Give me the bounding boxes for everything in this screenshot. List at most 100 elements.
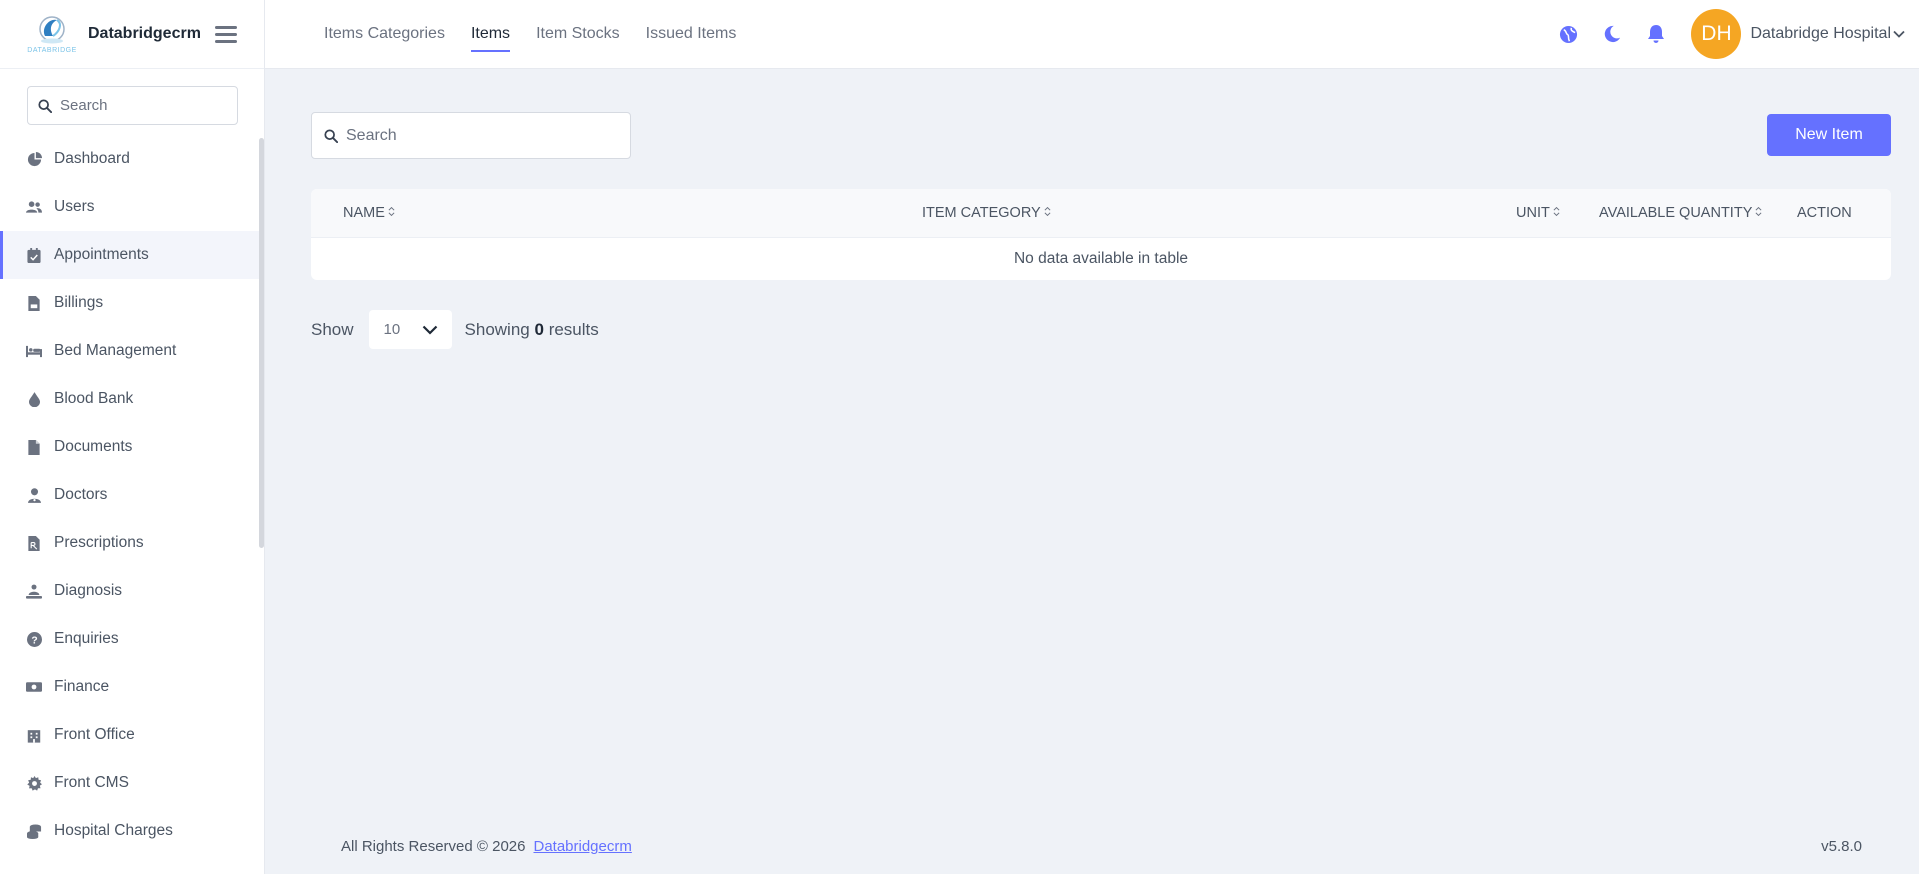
sidebar-scrollbar[interactable] [259,138,264,548]
file-prescription-icon [26,535,42,551]
droplet-icon [26,391,42,407]
money-bill-icon [26,679,42,695]
column-header-name[interactable]: NAME [311,189,922,237]
sidebar-item-label: Billings [54,294,104,311]
brand-name: Databridgecrm [88,25,201,42]
sidebar-item-label: Front Office [54,726,135,743]
footer-link[interactable]: Databridgecrm [533,838,631,855]
sidebar-item-enquiries[interactable]: ? Enquiries [0,615,264,663]
sidebar-item-users[interactable]: Users [0,183,264,231]
svg-text:?: ? [31,635,37,646]
menu-toggle-icon[interactable] [214,25,237,43]
file-invoice-icon [26,295,42,311]
items-table: NAME ITEM CATEGORY UNIT AVAILABLE QUANTI… [311,189,1891,280]
brand: DATABRIDGE Databridgecrm [0,0,264,69]
results-summary: Showing 0 results [464,319,599,339]
sidebar-item-label: Users [54,198,95,215]
column-header-unit[interactable]: UNIT [1516,189,1599,237]
sort-icon [388,205,395,221]
sidebar-item-label: Appointments [54,246,149,263]
page-size-value: 10 [383,321,401,338]
person-diagnosis-icon [26,583,42,599]
search-icon [38,98,52,113]
sort-icon [1553,205,1560,221]
new-item-button[interactable]: New Item [1767,114,1891,156]
sidebar-item-documents[interactable]: Documents [0,423,264,471]
tab-items-categories[interactable]: Items Categories [324,0,445,69]
tab-item-stocks[interactable]: Item Stocks [536,0,620,69]
sidebar-item-label: Front CMS [54,774,129,791]
sidebar-item-label: Documents [54,438,133,455]
sidebar-item-hospital-charges[interactable]: Hospital Charges [0,807,264,855]
sidebar-item-label: Doctors [54,486,108,503]
header-actions: DH Databridge Hospital [1535,9,1905,59]
sidebar-item-doctors[interactable]: Doctors [0,471,264,519]
chevron-down-icon [422,325,437,335]
question-circle-icon: ? [26,631,42,647]
avatar[interactable]: DH [1691,9,1742,59]
sidebar-item-front-cms[interactable]: Front CMS [0,759,264,807]
table-search-input[interactable] [346,126,606,145]
footer: All Rights Reserved © 2026 Databridgecrm [341,838,632,855]
empty-table-message: No data available in table [1013,249,1189,267]
chevron-down-icon [1893,30,1905,38]
results-count: 0 [534,319,544,339]
sidebar-item-diagnosis[interactable]: Diagnosis [0,567,264,615]
sidebar-item-label: Bed Management [54,342,177,359]
main-content: New Item NAME ITEM CATEGORY UNIT AVAILAB… [311,112,1891,349]
user-doctor-icon [26,487,42,503]
bell-icon[interactable] [1645,23,1667,45]
file-icon [26,439,42,455]
chart-pie-icon [26,151,42,167]
sidebar-item-label: Prescriptions [54,534,144,551]
bed-icon [26,343,42,359]
sidebar: DATABRIDGE Databridgecrm Dashboard Users… [0,0,265,874]
logo-text: DATABRIDGE [27,47,77,54]
calendar-check-icon [26,247,42,263]
sidebar-item-appointments[interactable]: Appointments [0,231,264,279]
show-label: Show [311,319,354,339]
search-icon [324,128,338,143]
sidebar-item-label: Blood Bank [54,390,134,407]
sidebar-item-billings[interactable]: Billings [0,279,264,327]
table-row: No data available in table [311,237,1891,280]
sidebar-item-blood-bank[interactable]: Blood Bank [0,375,264,423]
sidebar-item-label: Enquiries [54,630,119,647]
sidebar-item-label: Dashboard [54,150,130,167]
version-label: v5.8.0 [1821,838,1862,855]
column-header-action: ACTION [1797,204,1852,221]
sidebar-menu: Dashboard Users Appointments Billings Be… [0,135,264,855]
table-search [311,112,631,159]
column-header-available-quantity[interactable]: AVAILABLE QUANTITY [1599,189,1797,237]
sidebar-item-bed-management[interactable]: Bed Management [0,327,264,375]
sidebar-search-input[interactable] [60,97,220,114]
tab-items[interactable]: Items [470,0,511,69]
gear-icon [26,775,42,791]
sort-icon [1755,205,1762,221]
pagination: Show 10 Showing 0 results [311,310,1891,349]
sidebar-item-prescriptions[interactable]: Prescriptions [0,519,264,567]
page-size-select[interactable]: 10 [368,310,452,349]
building-icon [26,727,42,743]
sidebar-item-finance[interactable]: Finance [0,663,264,711]
sort-icon [1044,205,1051,221]
top-header: Items Categories Items Item Stocks Issue… [265,0,1919,69]
moon-icon[interactable] [1601,23,1623,45]
table-header-row: NAME ITEM CATEGORY UNIT AVAILABLE QUANTI… [311,189,1891,237]
globe-icon[interactable] [1557,23,1579,45]
sidebar-item-label: Finance [54,678,110,695]
sidebar-item-label: Diagnosis [54,582,123,599]
column-header-item-category[interactable]: ITEM CATEGORY [922,189,1516,237]
globe-logo-icon [39,16,65,44]
user-name-label: Databridge Hospital [1750,25,1891,42]
users-icon [26,199,42,215]
tab-issued-items[interactable]: Issued Items [646,0,737,69]
copyright-text: All Rights Reserved © 2026 [341,838,526,855]
sidebar-item-dashboard[interactable]: Dashboard [0,135,264,183]
sidebar-item-front-office[interactable]: Front Office [0,711,264,759]
brand-logo[interactable]: DATABRIDGE [24,11,80,57]
user-menu[interactable]: Databridge Hospital [1750,25,1905,43]
tab-bar: Items Categories Items Item Stocks Issue… [324,0,762,69]
coins-icon [26,823,42,839]
sidebar-search [27,86,238,125]
